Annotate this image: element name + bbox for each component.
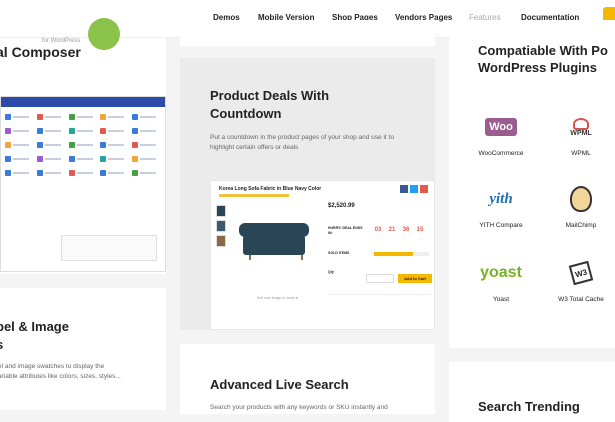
product-price: $2,520.99 xyxy=(328,203,355,209)
w3-total-cache-icon: W3 xyxy=(568,260,594,286)
countdown-timer: 03 21 36 15 xyxy=(371,227,427,233)
element-tile xyxy=(100,125,129,136)
element-tile xyxy=(5,111,34,122)
plugin-wpml: WPML WPML xyxy=(550,110,612,157)
swatches-title: bel & Image s xyxy=(0,319,69,352)
stock-label: SOLD ITEMS xyxy=(328,251,350,255)
visual-composer-screenshot xyxy=(0,96,166,272)
rating-stars xyxy=(219,194,289,197)
shipping-info xyxy=(328,294,432,322)
plugin-name: WPML xyxy=(571,150,591,157)
pinterest-icon[interactable] xyxy=(420,185,428,193)
element-tile xyxy=(100,111,129,122)
sofa-image xyxy=(239,223,309,260)
qty-label: Qty xyxy=(328,270,334,274)
countdown-title: Product Deals With Countdown xyxy=(210,88,330,121)
previous-feature-card xyxy=(180,20,435,46)
element-tile xyxy=(68,153,98,164)
plugin-mailchimp: MailChimp xyxy=(550,182,612,229)
element-tile xyxy=(36,139,66,150)
thumbnail[interactable] xyxy=(216,235,226,247)
element-tile xyxy=(36,111,66,122)
plugin-name: Yoast xyxy=(492,296,510,303)
live-search-title: Advanced Live Search xyxy=(210,377,349,392)
search-trending-card: Search Trending xyxy=(449,362,615,422)
product-preview: Korea Long Sofa Fabric in Blue Navy Colo… xyxy=(210,180,435,330)
swatches-card: bel & Image s el and image swatches to d… xyxy=(0,288,166,410)
deal-text: HURRY! DEAL ENDS IN: xyxy=(328,226,363,235)
plugin-name: YITH Compare xyxy=(479,222,523,229)
stock-progress-fill xyxy=(374,252,413,256)
countdown-hours: 21 xyxy=(388,227,396,233)
add-to-cart-button[interactable]: Add to Cart xyxy=(398,274,432,283)
screenshot-toolbar xyxy=(1,97,165,107)
thumbnail[interactable] xyxy=(216,205,226,217)
plugin-w3-total-cache: W3 W3 Total Cache xyxy=(550,256,612,303)
element-tile xyxy=(68,167,98,178)
thumbnail[interactable] xyxy=(216,220,226,232)
countdown-minutes: 36 xyxy=(402,227,410,233)
thumbnail-list xyxy=(216,205,226,265)
zoom-caption: Roll over image to zoom in xyxy=(257,296,299,300)
element-tile xyxy=(100,139,129,150)
element-tile xyxy=(5,125,34,136)
facebook-icon[interactable] xyxy=(400,185,408,193)
element-tile xyxy=(36,167,66,178)
wpml-icon xyxy=(573,117,589,130)
wpml-wordmark: WPML xyxy=(570,129,592,137)
screenshot-panel xyxy=(61,235,157,261)
search-trending-title: Search Trending xyxy=(478,399,580,414)
element-grid xyxy=(1,107,165,182)
element-tile xyxy=(68,111,98,122)
countdown-seconds: 15 xyxy=(416,227,424,233)
countdown-description: Put a countdown in the product pages of … xyxy=(210,134,394,151)
element-tile xyxy=(132,153,161,164)
element-tile xyxy=(132,139,161,150)
swatches-description: el and image swatches to display the ari… xyxy=(0,363,121,380)
live-search-description: Search your products with any keywords o… xyxy=(210,404,388,411)
woocommerce-icon: Woo xyxy=(485,118,517,136)
vc-title: al Composer xyxy=(0,44,81,60)
element-tile xyxy=(132,167,161,178)
element-tile xyxy=(132,111,161,122)
quantity-stepper[interactable] xyxy=(366,274,394,283)
element-tile xyxy=(68,125,98,136)
yoast-icon: yoast xyxy=(480,264,522,281)
element-tile xyxy=(100,153,129,164)
countdown-days: 03 xyxy=(374,227,382,233)
plugin-yith: yith YITH Compare xyxy=(470,182,532,230)
element-tile xyxy=(36,153,66,164)
plugin-name: MailChimp xyxy=(565,222,597,229)
visual-composer-logo xyxy=(88,18,120,50)
element-tile xyxy=(132,125,161,136)
product-name: Korea Long Sofa Fabric in Blue Navy Colo… xyxy=(219,186,322,192)
live-search-card: Advanced Live Search Search your product… xyxy=(180,344,435,414)
plugin-woocommerce: Woo WooCommerce xyxy=(470,110,532,157)
mailchimp-icon xyxy=(570,186,592,212)
share-buttons xyxy=(400,185,428,193)
element-tile xyxy=(5,167,34,178)
element-tile xyxy=(68,139,98,150)
plugin-name: WooCommerce xyxy=(478,150,524,157)
twitter-icon[interactable] xyxy=(410,185,418,193)
yith-icon: yith xyxy=(489,190,513,207)
element-tile xyxy=(5,139,34,150)
plugin-yoast: yoast Yoast xyxy=(470,256,532,303)
element-tile xyxy=(100,167,129,178)
element-tile xyxy=(5,153,34,164)
plugins-title: Compatiable With Po WordPress Plugins xyxy=(478,43,608,75)
stock-progress-track xyxy=(374,252,429,256)
plugin-name: W3 Total Cache xyxy=(558,296,604,303)
element-tile xyxy=(36,125,66,136)
